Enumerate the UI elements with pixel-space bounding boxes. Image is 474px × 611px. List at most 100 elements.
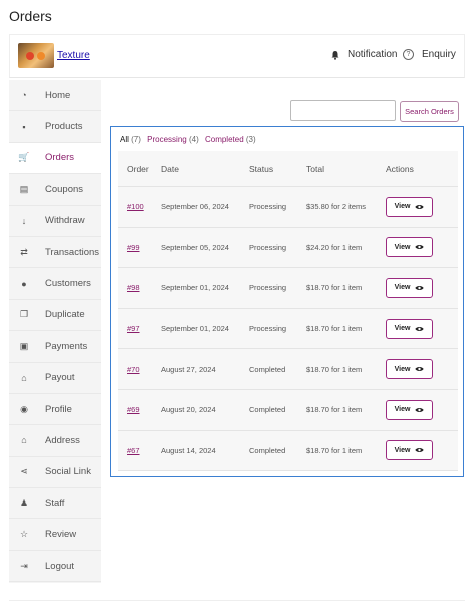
sidebar-nav: ◔ Home ▪ Products 🛒 Orders ▤ Coupons ↓ Withdraw ⇄ T… <box>9 80 101 583</box>
question-icon: ? <box>403 49 414 60</box>
sidebar-item-label: Profile <box>45 403 72 415</box>
table-row: #69 August 20, 2024 Completed $18.70 for 1 … <box>118 390 458 431</box>
briefcase-icon: ▪ <box>22 121 26 132</box>
order-status: Processing <box>249 283 287 293</box>
notification-button[interactable]: Notification <box>330 49 397 60</box>
view-label: View <box>394 284 411 292</box>
page-title: Orders <box>9 8 52 24</box>
sidebar-item-social-link[interactable]: ⋖ Social Link <box>9 457 101 489</box>
order-status: Completed <box>249 405 286 415</box>
sidebar-item-label: Withdraw <box>45 215 85 227</box>
order-status: Processing <box>249 242 287 252</box>
view-order-button[interactable]: View <box>386 277 433 298</box>
table-row: #98 September 01, 2024 Processing $18.70 fo… <box>118 268 458 309</box>
sidebar-item-label: Coupons <box>45 183 84 195</box>
order-date: August 27, 2024 <box>161 364 216 374</box>
eye-icon <box>415 204 425 209</box>
order-number-link[interactable]: #70 <box>127 365 140 374</box>
bell-icon <box>331 50 339 60</box>
eye-icon <box>415 286 425 290</box>
order-total: $18.70 for 1 item <box>306 405 363 415</box>
eye-icon <box>415 407 425 412</box>
order-status: Processing <box>249 324 287 334</box>
order-status: Processing <box>249 202 287 212</box>
order-status: Completed <box>249 445 286 455</box>
sidebar-item-address[interactable]: ⌂ Address <box>9 425 101 457</box>
order-number-link[interactable]: #98 <box>127 283 140 292</box>
sidebar-item-label: Home <box>45 89 71 101</box>
view-order-button[interactable]: View <box>386 237 433 258</box>
view-order-button[interactable]: View <box>386 399 433 420</box>
order-number-link[interactable]: #67 <box>127 446 140 455</box>
sidebar-item-transactions[interactable]: ⇄ Transactions <box>9 237 101 269</box>
logout-icon: ⇥ <box>20 560 28 571</box>
order-total: $35.80 for 2 items <box>306 202 367 212</box>
table-row: #100 September 06, 2024 Processing $35.80 f… <box>118 187 458 228</box>
sidebar-item-logout[interactable]: ⇥ Logout <box>9 551 101 583</box>
view-order-button[interactable]: View <box>386 318 433 339</box>
house-icon: ⌂ <box>21 435 27 446</box>
orders-panel: All (7) Processing (4) Completed (3) Ord… <box>110 126 464 477</box>
view-label: View <box>394 365 411 373</box>
sidebar-item-withdraw[interactable]: ↓ Withdraw <box>9 206 101 237</box>
top-bar: Texture Notification ? Enquiry <box>9 34 465 78</box>
eye-icon <box>415 448 425 453</box>
view-label: View <box>394 446 411 454</box>
sidebar-item-payout[interactable]: ⌂ Payout <box>9 363 101 394</box>
order-date: September 06, 2024 <box>161 202 229 212</box>
store-thumbnail[interactable] <box>18 43 54 68</box>
enquiry-button[interactable]: ? Enquiry <box>403 49 456 60</box>
orders-table: Order Date Status Total Actions #100 Sept… <box>118 151 458 472</box>
footer-divider <box>9 600 465 601</box>
view-order-button[interactable]: View <box>386 196 433 217</box>
sidebar-item-staff[interactable]: ♟ Staff <box>9 488 101 520</box>
id-card-icon: ▣ <box>19 340 29 351</box>
sidebar-item-duplicate[interactable]: ❐ Duplicate <box>9 300 101 332</box>
search-orders-button[interactable]: Search Orders <box>400 101 459 122</box>
sidebar-item-orders[interactable]: 🛒 Orders <box>9 142 101 175</box>
table-row: #97 September 01, 2024 Processing $18.70 fo… <box>118 309 458 350</box>
sidebar-item-label: Transactions <box>45 246 100 258</box>
header-actions: Actions <box>386 163 414 174</box>
order-total: $18.70 for 1 item <box>306 364 363 374</box>
view-order-button[interactable]: View <box>386 440 433 461</box>
order-number-link[interactable]: #97 <box>127 324 140 333</box>
order-filters: All (7) Processing (4) Completed (3) <box>120 135 260 144</box>
sidebar-item-label: Social Link <box>45 466 91 478</box>
dashboard-icon: ◔ <box>21 90 27 101</box>
store-name-link[interactable]: Texture <box>57 50 90 61</box>
order-number-link[interactable]: #69 <box>127 405 140 414</box>
search-input[interactable] <box>290 100 396 121</box>
header-order: Order <box>127 163 149 174</box>
order-total: $24.20 for 1 item <box>306 242 363 252</box>
sidebar-item-home[interactable]: ◔ Home <box>9 80 101 112</box>
view-label: View <box>394 203 411 211</box>
sidebar-item-payments[interactable]: ▣ Payments <box>9 331 101 363</box>
sidebar-item-coupons[interactable]: ▤ Coupons <box>9 174 101 206</box>
bank-icon: ⌂ <box>21 372 27 383</box>
arrow-down-icon: ↓ <box>21 215 27 226</box>
order-date: September 01, 2024 <box>161 283 229 293</box>
sidebar-item-label: Payments <box>45 340 88 352</box>
filter-completed[interactable]: Completed (3) <box>205 135 256 144</box>
eye-icon <box>415 245 425 250</box>
view-label: View <box>394 406 411 414</box>
view-label: View <box>394 325 411 333</box>
cart-icon: 🛒 <box>18 152 30 163</box>
eye-icon <box>415 367 425 372</box>
order-number-link[interactable]: #100 <box>127 202 144 211</box>
staff-icon: ♟ <box>19 497 29 508</box>
header-date: Date <box>161 163 179 174</box>
view-order-button[interactable]: View <box>386 359 433 380</box>
header-total: Total <box>306 163 324 174</box>
filter-all[interactable]: All (7) <box>120 135 141 144</box>
filter-processing[interactable]: Processing (4) <box>147 135 199 144</box>
order-total: $18.70 for 1 item <box>306 283 363 293</box>
sidebar-item-products[interactable]: ▪ Products <box>9 111 101 143</box>
sidebar-item-review[interactable]: ☆ Review <box>9 519 101 551</box>
order-number-link[interactable]: #99 <box>127 243 140 252</box>
exchange-icon: ⇄ <box>20 246 28 257</box>
sidebar-item-customers[interactable]: ● Customers <box>9 268 101 300</box>
profile-icon: ◉ <box>20 403 28 414</box>
sidebar-item-profile[interactable]: ◉ Profile <box>9 394 101 426</box>
